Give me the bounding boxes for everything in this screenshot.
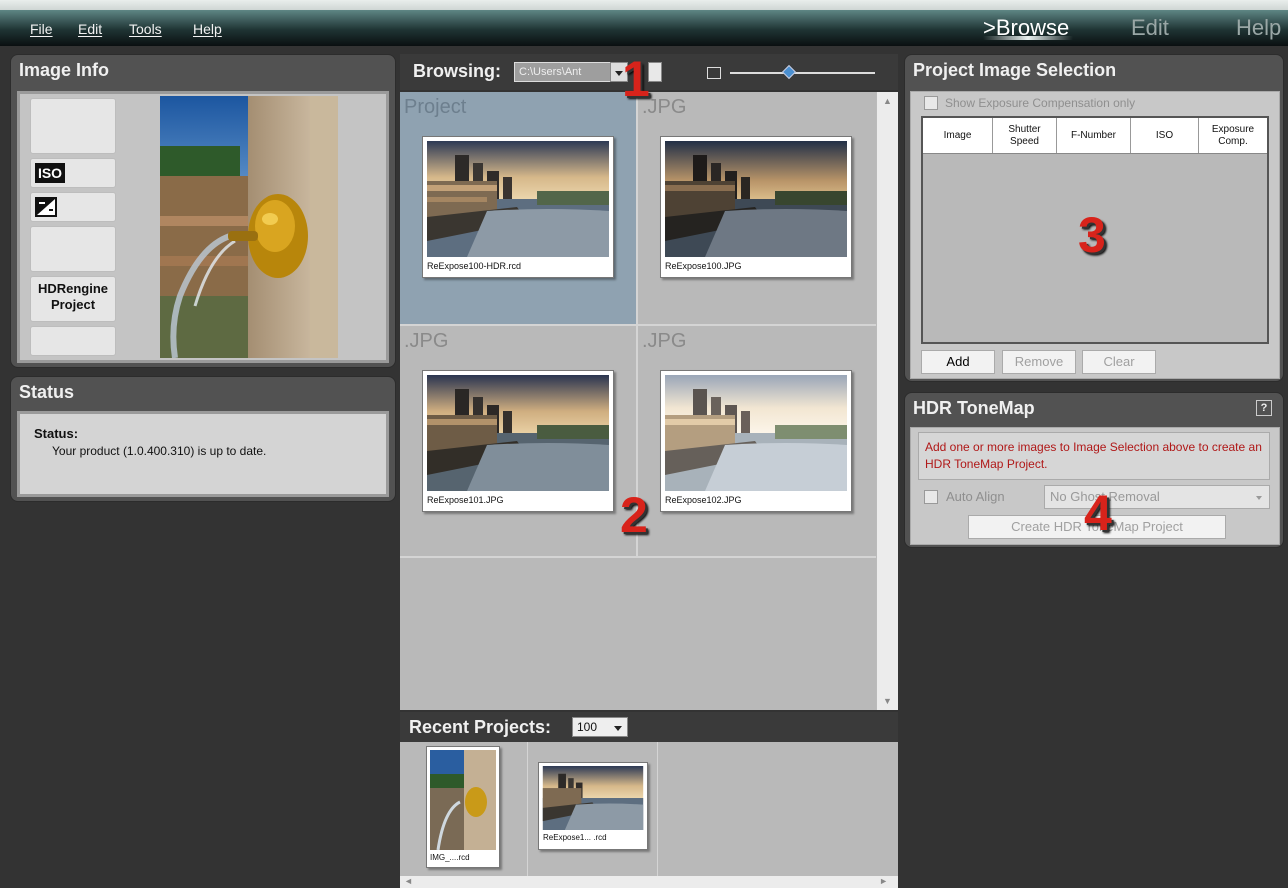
menu-bar: File Edit Tools Help >Browse Edit Help [0, 10, 1288, 46]
table-header: Image Shutter Speed F-Number ISO Exposur… [923, 118, 1267, 154]
thumbnail-image [665, 141, 847, 257]
annotation-marker-4: 4 [1084, 485, 1112, 541]
status-body: Status: Your product (1.0.400.310) is up… [17, 411, 389, 497]
status-title: Status [19, 382, 75, 402]
grid-vertical-scrollbar[interactable]: ▲ ▼ [876, 92, 898, 710]
cell-type-label: .JPG [404, 330, 449, 352]
info-slot-blank-3 [30, 326, 116, 356]
exposure-compensation-icon [35, 197, 57, 217]
status-panel: Status Status: Your product (1.0.400.310… [10, 376, 396, 502]
thumbnail-card[interactable]: ReExpose100.JPG [660, 136, 852, 278]
status-label: Status: [34, 426, 79, 441]
thumbnail-card[interactable]: ReExpose100-HDR.rcd [422, 136, 614, 278]
annotation-marker-1: 1 [622, 51, 650, 107]
thumbnail-filename: ReExpose100.JPG [665, 261, 742, 271]
recent-project-item[interactable]: IMG_....rcd [426, 746, 500, 868]
grid-divider [400, 556, 876, 558]
recent-horizontal-scrollbar[interactable]: ◄ ► [400, 876, 898, 888]
recent-projects-list: IMG_....rcd ReExpose1... .rcd ◄ ► [400, 742, 898, 888]
active-tab-indicator [983, 36, 1073, 40]
cell-type-label: Project [404, 96, 467, 118]
scroll-down-icon[interactable]: ▼ [883, 696, 892, 706]
image-info-title: Image Info [19, 60, 110, 80]
fit-zoom-icon[interactable] [707, 67, 721, 79]
thumbnail-cell-3[interactable]: .JPG ReExpose101.JPG [400, 326, 636, 558]
column-header[interactable]: F-Number [1057, 118, 1131, 153]
menu-help[interactable]: Help [193, 21, 222, 37]
thumbnail-image [427, 141, 609, 257]
column-header[interactable]: Shutter Speed [993, 118, 1057, 153]
image-preview [160, 96, 338, 358]
menu-tools[interactable]: Tools [129, 21, 162, 37]
thumbnail-filename: ReExpose101.JPG [427, 495, 504, 505]
iso-info: ISO [30, 158, 116, 188]
auto-align-checkbox[interactable] [924, 490, 938, 504]
exposure-only-checkbox[interactable] [924, 96, 938, 110]
recent-thumbnail [430, 750, 496, 850]
info-slot-blank-2 [30, 226, 116, 272]
add-button[interactable]: Add [921, 350, 995, 374]
slider-thumb[interactable] [781, 64, 797, 80]
tonemap-message: Add one or more images to Image Selectio… [918, 432, 1270, 480]
nav-help-tab[interactable]: Help [1236, 15, 1281, 41]
status-message: Your product (1.0.400.310) is up to date… [52, 444, 267, 458]
recent-thumbnail [542, 766, 644, 830]
image-info-body: ISO HDRengine Project [17, 91, 389, 363]
iso-icon: ISO [35, 163, 65, 183]
recent-caption: ReExpose1... .rcd [543, 833, 607, 842]
thumbnail-filename: ReExpose102.JPG [665, 495, 742, 505]
cell-type-label: .JPG [642, 330, 687, 352]
thumbnail-grid: Project ReExpose100-HDR.rcd .JPG ReExpos… [400, 92, 876, 710]
column-header[interactable]: Image [923, 118, 993, 153]
browsing-label: Browsing: [413, 61, 501, 81]
column-header[interactable]: Exposure Comp. [1199, 118, 1267, 153]
annotation-marker-3: 3 [1078, 207, 1106, 263]
ghost-removal-select[interactable]: No Ghost Removal [1044, 485, 1270, 509]
scroll-up-icon[interactable]: ▲ [883, 96, 892, 106]
thumbnail-card[interactable]: ReExpose101.JPG [422, 370, 614, 512]
thumbnail-image [427, 375, 609, 491]
recent-caption: IMG_....rcd [430, 853, 470, 862]
project-selection-title: Project Image Selection [913, 60, 1117, 80]
thumbnail-filename: ReExpose100-HDR.rcd [427, 261, 522, 271]
recent-project-item[interactable]: ReExpose1... .rcd [538, 762, 648, 850]
column-header[interactable]: ISO [1131, 118, 1199, 153]
thumbnail-image [665, 375, 847, 491]
thumbnail-card[interactable]: ReExpose102.JPG [660, 370, 852, 512]
scroll-right-icon[interactable]: ► [879, 876, 888, 886]
path-browse-button[interactable] [648, 62, 662, 82]
remove-button[interactable]: Remove [1002, 350, 1076, 374]
thumbnail-cell-1[interactable]: Project ReExpose100-HDR.rcd [400, 92, 636, 324]
recent-projects-bar: Recent Projects: 100 [400, 712, 898, 742]
app-window: File Edit Tools Help >Browse Edit Help I… [0, 0, 1288, 888]
project-type-label: HDRengine Project [37, 281, 109, 312]
image-info-panel: Image Info ISO HDRengine Project [10, 54, 396, 368]
hdr-tonemap-title: HDR ToneMap [913, 398, 1035, 418]
exposure-only-label: Show Exposure Compensation only [945, 96, 1136, 110]
recent-projects-label: Recent Projects: [409, 717, 552, 737]
exposure-info [30, 192, 116, 222]
thumbnail-cell-4[interactable]: .JPG ReExpose102.JPG [638, 326, 874, 558]
menu-edit[interactable]: Edit [78, 21, 102, 37]
nav-edit-tab[interactable]: Edit [1131, 15, 1169, 41]
thumbnail-size-slider[interactable] [730, 72, 875, 74]
clear-button[interactable]: Clear [1082, 350, 1156, 374]
scroll-left-icon[interactable]: ◄ [404, 876, 413, 886]
auto-align-label: Auto Align [946, 489, 1005, 504]
grid-divider [400, 324, 876, 326]
project-type-info: HDRengine Project [30, 276, 116, 322]
path-field[interactable]: C:\Users\Ant [514, 62, 614, 82]
info-slot-blank [30, 98, 116, 154]
recent-count-select[interactable]: 100 [572, 717, 628, 737]
window-top-strip [0, 0, 1288, 10]
help-icon[interactable]: ? [1256, 400, 1272, 416]
thumbnail-cell-2[interactable]: .JPG ReExpose100.JPG [638, 92, 874, 324]
menu-file[interactable]: File [30, 21, 53, 37]
annotation-marker-2: 2 [620, 487, 648, 543]
